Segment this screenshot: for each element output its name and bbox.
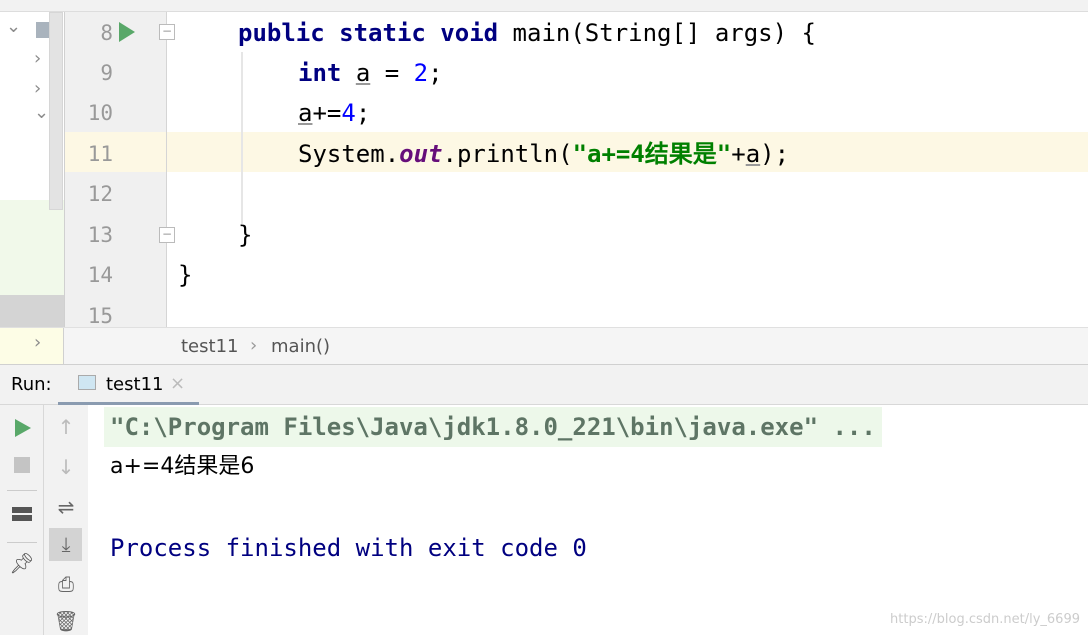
divider (7, 542, 37, 543)
line-number: 11 (87, 142, 113, 166)
run-toolbar-header: Run: test11 × (0, 365, 1088, 405)
print-icon[interactable]: ⎙ (44, 572, 88, 596)
watermark: https://blog.csdn.net/ly_6699 (890, 612, 1080, 627)
top-tab-strip (0, 0, 1088, 12)
line-number: 10 (87, 101, 113, 125)
gutter-bg: 8 9 10 11 12 13 14 15 − − (65, 12, 175, 328)
divider (7, 490, 37, 491)
run-label: Run: (11, 374, 52, 395)
code-line-14: } (178, 261, 193, 289)
code-line-9: int a = 2; (298, 59, 443, 87)
line-number: 9 (100, 61, 113, 85)
chevron-down-icon[interactable]: ⌄ (34, 102, 49, 123)
chevron-right-icon[interactable]: › (34, 332, 41, 353)
indent-guide (241, 52, 243, 224)
console-exit-message: Process finished with exit code 0 (110, 534, 587, 562)
soft-wrap-icon[interactable]: ⇌ (44, 495, 88, 519)
scrollbar[interactable] (49, 12, 63, 210)
line-number: 13 (87, 223, 113, 247)
stop-icon[interactable] (14, 457, 30, 473)
pin-icon[interactable]: 📌︎ (0, 551, 44, 575)
line-number: 8 (100, 21, 113, 45)
code-line-8: public static void main(String[] args) { (238, 19, 816, 47)
run-gutter-icon[interactable] (119, 22, 135, 42)
chevron-right-icon[interactable]: › (34, 78, 41, 99)
console-output[interactable]: "C:\Program Files\Java\jdk1.8.0_221\bin\… (88, 405, 1088, 635)
close-icon[interactable]: × (170, 373, 185, 394)
scroll-to-end-icon[interactable]: ⤓ (44, 532, 88, 556)
console-program-output: a+=4结果是6 (110, 454, 255, 479)
console-command: "C:\Program Files\Java\jdk1.8.0_221\bin\… (104, 407, 882, 447)
selected-row (0, 295, 64, 327)
breadcrumb-left: › (0, 328, 64, 364)
code-line-11: System.out.println("a+=4结果是"+a); (298, 140, 790, 168)
breadcrumb-method[interactable]: main() (271, 336, 330, 357)
breadcrumb: › test11 › main() (0, 327, 1088, 365)
breadcrumb-class[interactable]: test11 (181, 336, 238, 357)
rerun-icon[interactable] (15, 419, 31, 437)
code-editor[interactable]: public static void main(String[] args) {… (168, 12, 1088, 327)
tab-label: test11 (106, 374, 164, 395)
changed-highlight (0, 200, 64, 295)
chevron-down-icon[interactable]: ⌄ (6, 16, 21, 37)
run-side-toolbar: 📌︎ (0, 405, 44, 635)
run-tab-test11[interactable]: test11 × (58, 365, 199, 405)
code-line-13: } (238, 221, 253, 249)
line-number: 12 (87, 182, 113, 206)
trash-icon[interactable]: 🗑︎ (44, 609, 88, 633)
code-line-10: a+=4; (298, 99, 371, 127)
console-icon (78, 375, 96, 390)
chevron-right-icon[interactable]: › (34, 48, 41, 69)
up-arrow-icon[interactable]: ↑ (44, 415, 88, 439)
layout-icon[interactable] (12, 507, 32, 521)
console-toolbar: ↑ ↓ ⇌ ⤓ ⎙ 🗑︎ (44, 405, 88, 635)
breadcrumb-separator: › (250, 335, 258, 356)
down-arrow-icon[interactable]: ↓ (44, 455, 88, 479)
line-number: 14 (87, 263, 113, 287)
